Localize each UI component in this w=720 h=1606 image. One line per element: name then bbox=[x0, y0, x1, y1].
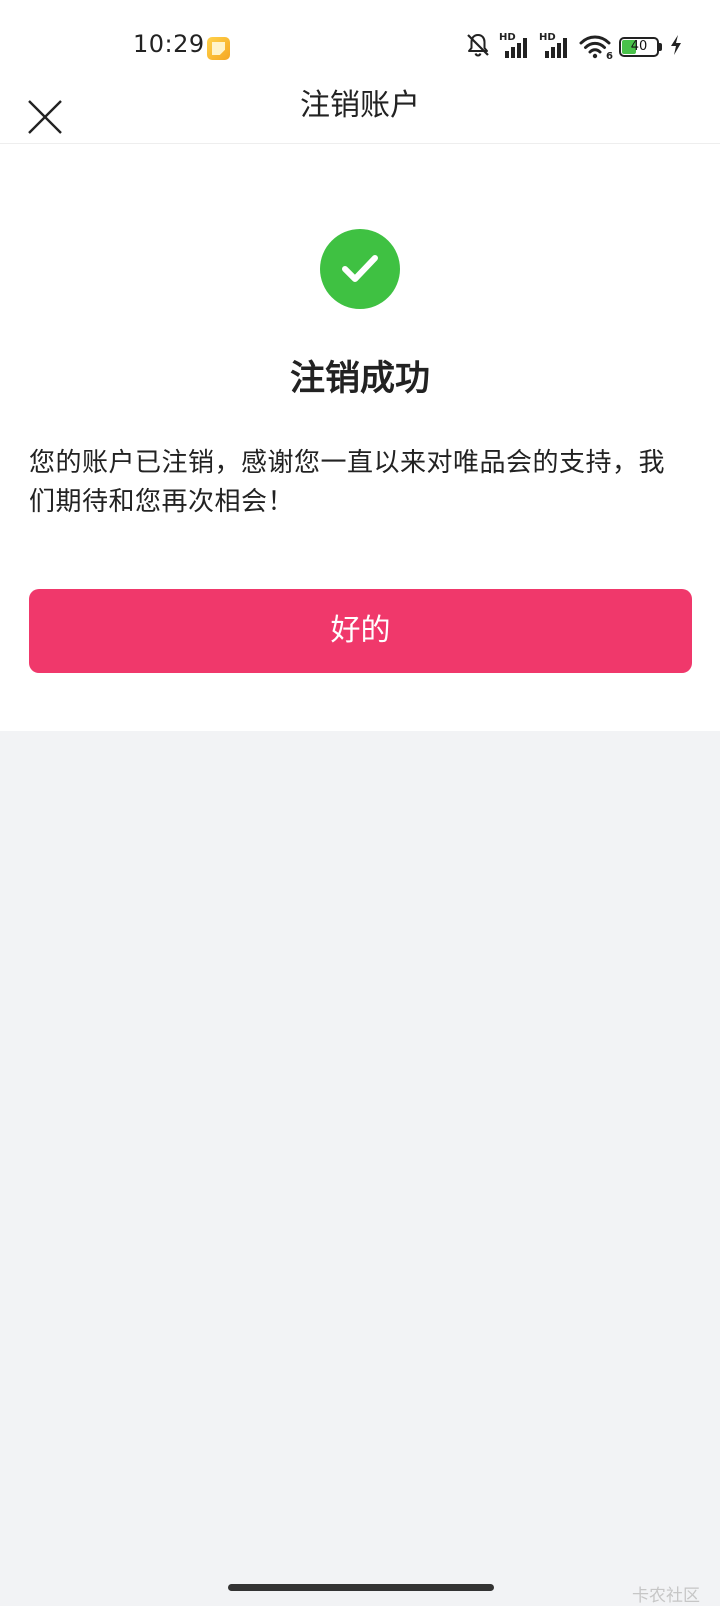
home-indicator[interactable] bbox=[228, 1584, 494, 1591]
battery-body: 40 bbox=[619, 37, 659, 57]
battery-cap bbox=[659, 43, 662, 51]
hd-signal-icon: HD bbox=[539, 32, 571, 60]
result-card: 注销成功 您的账户已注销，感谢您一直以来对唯品会的支持，我们期待和您再次相会！ … bbox=[0, 144, 720, 731]
ok-button[interactable]: 好的 bbox=[29, 589, 692, 673]
wifi-icon: 6 bbox=[579, 34, 613, 62]
nav-bar: 注销账户 bbox=[0, 88, 720, 144]
battery-icon: 40 bbox=[619, 37, 662, 57]
success-message: 您的账户已注销，感谢您一直以来对唯品会的支持，我们期待和您再次相会！ bbox=[29, 448, 666, 517]
success-title: 注销成功 bbox=[289, 359, 430, 399]
hd-signal-icon: HD bbox=[499, 32, 531, 60]
status-bar: 10:29 HD HD 6 40 bbox=[0, 0, 720, 92]
status-icons: HD HD 6 40 bbox=[465, 32, 682, 62]
bell-off-icon bbox=[465, 32, 491, 62]
status-time: 10:29 bbox=[133, 30, 205, 58]
check-circle-icon bbox=[320, 229, 400, 309]
page-title: 注销账户 bbox=[300, 88, 420, 123]
app-notification-icon bbox=[207, 37, 230, 60]
wifi-label: 6 bbox=[606, 51, 613, 62]
watermark: 卡农社区 bbox=[632, 1586, 700, 1606]
screen: 10:29 HD HD 6 40 注销账户 注销成功 您的账户已注销，感谢您一直… bbox=[0, 0, 720, 1606]
charging-icon bbox=[670, 35, 682, 59]
battery-level: 40 bbox=[630, 39, 648, 54]
